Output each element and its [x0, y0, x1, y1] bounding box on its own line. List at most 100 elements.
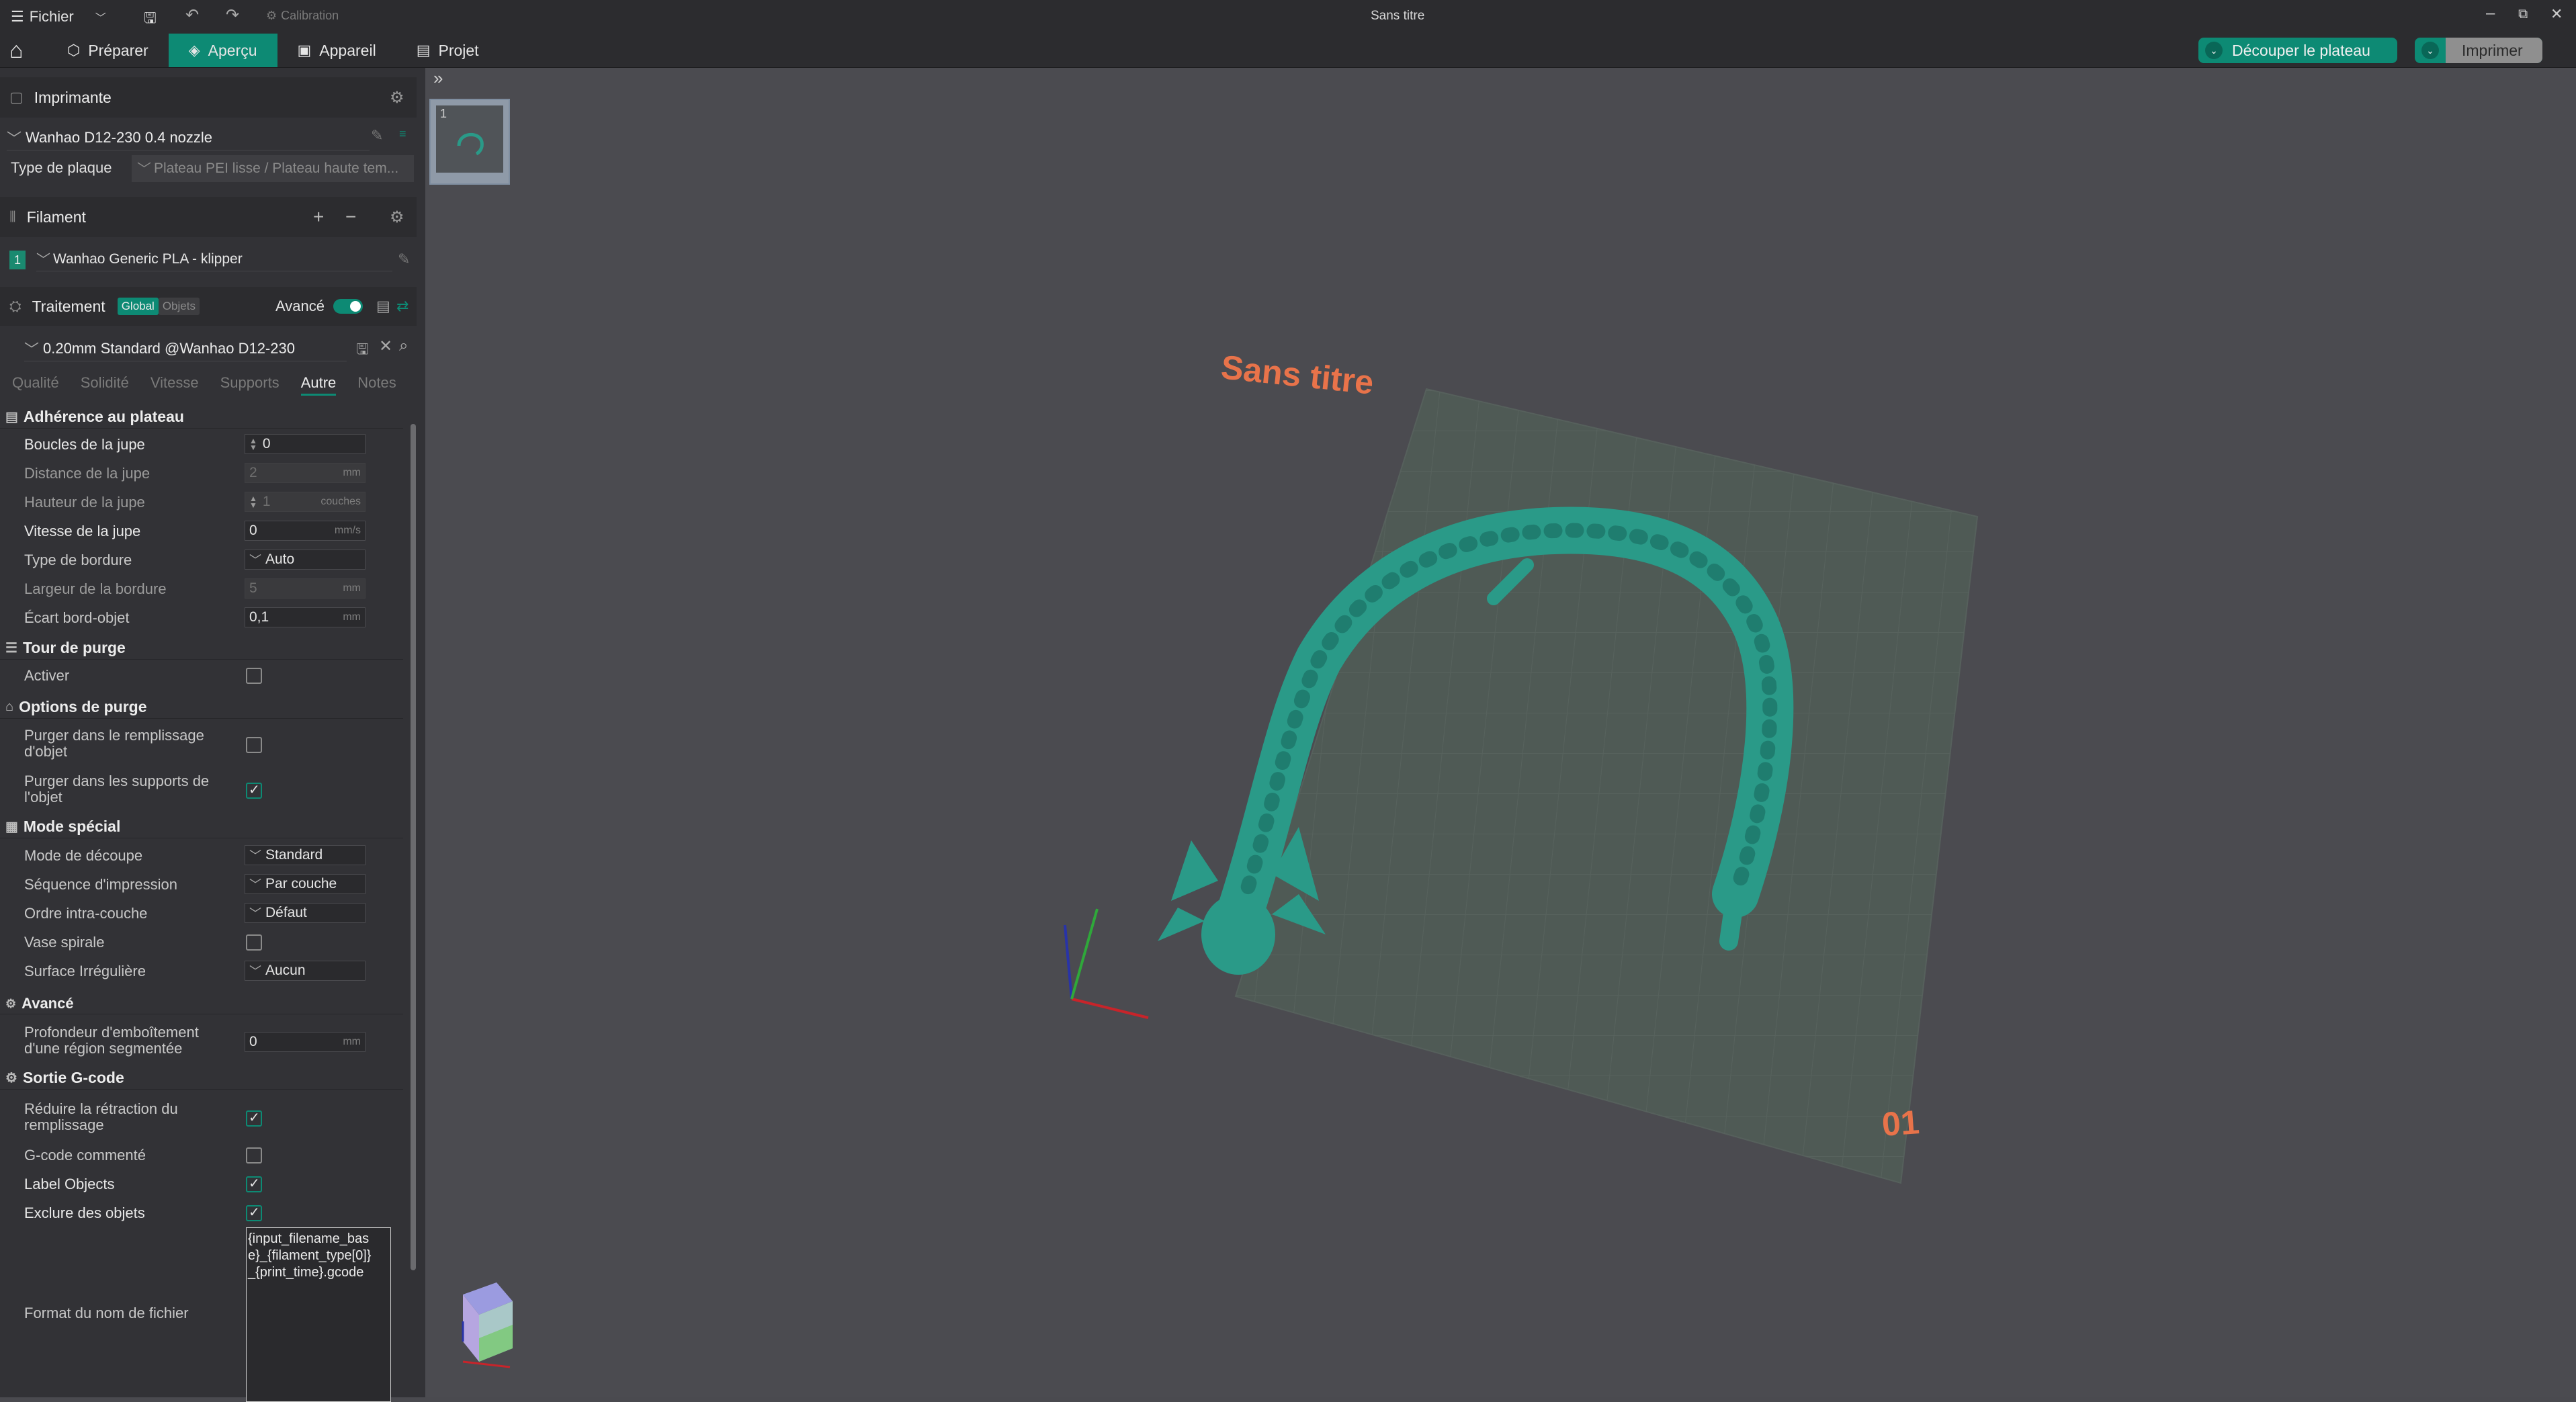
process-preset-select[interactable]: ﹀ 0.20mm Standard @Wanhao D12-230 — [24, 337, 347, 361]
filament-slot-badge[interactable]: 1 — [9, 251, 26, 269]
restore-icon[interactable]: ⧉ — [2518, 7, 2528, 22]
file-menu[interactable]: ☰ Fichier ﹀ — [11, 8, 106, 26]
fuzzy-skin-label: Surface Irrégulière — [24, 963, 146, 979]
brim-width-value: 5 — [249, 580, 257, 596]
tab-notes[interactable]: Notes — [357, 374, 396, 396]
filament-preset-select[interactable]: ﹀ Wanhao Generic PLA - klipper — [36, 248, 392, 271]
undo-icon[interactable]: ↶ — [185, 5, 199, 25]
chevron-down-icon: ﹀ — [249, 965, 261, 978]
unit-label: mm — [343, 611, 361, 623]
close-icon[interactable]: ✕ — [2550, 5, 2563, 23]
print-button[interactable]: ⌄ Imprimer — [2415, 38, 2542, 63]
tab-quality[interactable]: Qualité — [12, 374, 59, 396]
tab-supports[interactable]: Supports — [220, 374, 280, 396]
unit-label: couches — [320, 496, 361, 507]
save-icon[interactable]: 🖫 — [144, 7, 157, 32]
interlocking-depth-label: Profondeur d'emboîtement d'une région se… — [24, 1024, 199, 1057]
exclude-objects-checkbox[interactable] — [246, 1204, 262, 1221]
print-sequence-select[interactable]: ﹀ Par couche — [245, 874, 366, 894]
intra-layer-order-select[interactable]: ﹀ Défaut — [245, 903, 366, 923]
list-view-icon[interactable]: ▤ — [376, 298, 390, 315]
spinner-icon[interactable]: ▲ ▼ — [249, 494, 257, 509]
brim-gap-input[interactable]: 0,1 mm — [245, 607, 366, 627]
spinner-icon[interactable]: ▲ ▼ — [249, 437, 257, 451]
intra-layer-order-label: Ordre intra-couche — [24, 905, 148, 922]
chevron-down-icon[interactable]: ⌄ — [2421, 42, 2439, 59]
purge-infill-label: Purger dans le remplissage d'objet — [24, 727, 204, 760]
slicing-mode-select[interactable]: ﹀ Standard — [245, 845, 366, 865]
objects-badge[interactable]: Objets — [158, 298, 200, 315]
skirt-speed-label: Vitesse de la jupe — [24, 523, 141, 539]
minimize-icon[interactable]: – — [2486, 4, 2495, 23]
label-objects-checkbox[interactable] — [246, 1175, 262, 1192]
slice-plate-button[interactable]: ⌄ Découper le plateau — [2198, 38, 2397, 63]
3d-viewport[interactable]: » 1 Sans titre 01 — [425, 68, 2576, 1397]
tab-prepare[interactable]: ⬡ Préparer — [47, 34, 169, 67]
settings-scrollbar[interactable] — [411, 424, 416, 1270]
search-icon[interactable]: ⌕ — [399, 337, 408, 355]
purge-support-checkbox[interactable] — [246, 781, 262, 799]
brim-type-select[interactable]: ﹀ Auto — [245, 550, 366, 570]
compare-icon[interactable]: ⇄ — [396, 298, 409, 315]
chevron-down-icon[interactable]: ⌄ — [2205, 42, 2223, 59]
connection-icon[interactable]: ≡ — [399, 127, 406, 141]
tab-preview[interactable]: ◈ Aperçu — [168, 34, 277, 67]
view-cube[interactable] — [449, 1274, 530, 1389]
advanced-title: Avancé — [22, 995, 74, 1012]
filename-format-value: {input_filename_base}_{filament_type[0]}… — [248, 1231, 372, 1280]
filename-format-textarea[interactable]: {input_filename_base}_{filament_type[0]}… — [246, 1227, 391, 1402]
filament-section-header[interactable]: ⦀ Filament + − ⚙ — [0, 197, 417, 237]
settings-panel: ▢ Imprimante ⚙ ﹀ Wanhao D12-230 0.4 nozz… — [0, 68, 425, 1402]
exclude-objects-label: Exclure des objets — [24, 1204, 145, 1221]
gear-icon[interactable]: ⚙ — [390, 88, 404, 107]
chevron-down-icon: ﹀ — [137, 162, 151, 177]
redo-icon[interactable]: ↷ — [226, 5, 239, 25]
printer-preset-select[interactable]: ﹀ Wanhao D12-230 0.4 nozzle — [7, 126, 370, 150]
save-icon[interactable]: 🖫 — [356, 338, 369, 363]
purge-support-label: Purger dans les supports de l'objet — [24, 773, 210, 805]
close-icon[interactable]: ✕ — [379, 337, 392, 356]
commented-gcode-checkbox[interactable] — [246, 1147, 262, 1164]
plate-type-select[interactable]: ﹀ Plateau PEI lisse / Plateau haute tem.… — [132, 155, 414, 182]
print-sequence-label: Séquence d'impression — [24, 876, 178, 893]
add-icon[interactable]: + — [313, 206, 324, 228]
fuzzy-skin-select[interactable]: ﹀ Aucun — [245, 961, 366, 981]
home-icon[interactable]: ⌂ — [9, 38, 24, 64]
prime-tower-enable-checkbox[interactable] — [246, 668, 262, 684]
chevron-down-icon: ﹀ — [249, 849, 261, 863]
prime-tower-group-title: ☰ Tour de purge — [5, 639, 126, 657]
edit-icon[interactable]: ✎ — [398, 251, 410, 268]
advanced-toggle[interactable] — [333, 299, 363, 314]
tab-others[interactable]: Autre — [300, 374, 337, 396]
spiral-vase-label: Vase spirale — [24, 934, 105, 951]
printer-icon: ▢ — [9, 89, 24, 105]
brim-width-input[interactable]: 5 mm — [245, 578, 366, 599]
cube-icon: ⬡ — [67, 42, 81, 58]
build-plate — [1234, 388, 1979, 1184]
printer-section-header[interactable]: ▢ Imprimante ⚙ — [0, 77, 417, 118]
spiral-vase-checkbox[interactable] — [246, 934, 262, 951]
remove-icon[interactable]: − — [345, 206, 356, 228]
skirt-distance-input[interactable]: 2 mm — [245, 463, 366, 483]
purge-title: Options de purge — [19, 698, 147, 715]
calibration-menu[interactable]: ⚙ Calibration — [266, 9, 339, 23]
filename-format-label: Format du nom de fichier — [24, 1305, 189, 1321]
reduce-retraction-checkbox[interactable] — [246, 1109, 262, 1127]
build-plate-scene — [1064, 388, 1979, 1184]
purge-group-title: ⌂ Options de purge — [5, 698, 146, 716]
calibration-icon: ⚙ — [266, 9, 277, 22]
interlocking-depth-input[interactable]: 0 mm — [245, 1032, 366, 1052]
tab-strength[interactable]: Solidité — [81, 374, 129, 396]
gear-icon[interactable]: ⚙ — [390, 208, 404, 227]
edit-icon[interactable]: ✎ — [371, 127, 383, 144]
skirt-loops-value: 0 — [262, 436, 271, 451]
tab-project[interactable]: ▤ Projet — [396, 34, 499, 67]
global-badge[interactable]: Global — [117, 298, 159, 315]
skirt-height-input[interactable]: ▲ ▼ 1 couches — [245, 492, 366, 512]
chevron-down-icon: ﹀ — [36, 253, 50, 268]
purge-infill-checkbox[interactable] — [246, 737, 262, 753]
skirt-loops-input[interactable]: ▲ ▼ 0 — [245, 434, 366, 454]
tab-device[interactable]: ▣ Appareil — [277, 34, 396, 67]
tab-speed[interactable]: Vitesse — [151, 374, 199, 396]
skirt-speed-input[interactable]: 0 mm/s — [245, 521, 366, 541]
